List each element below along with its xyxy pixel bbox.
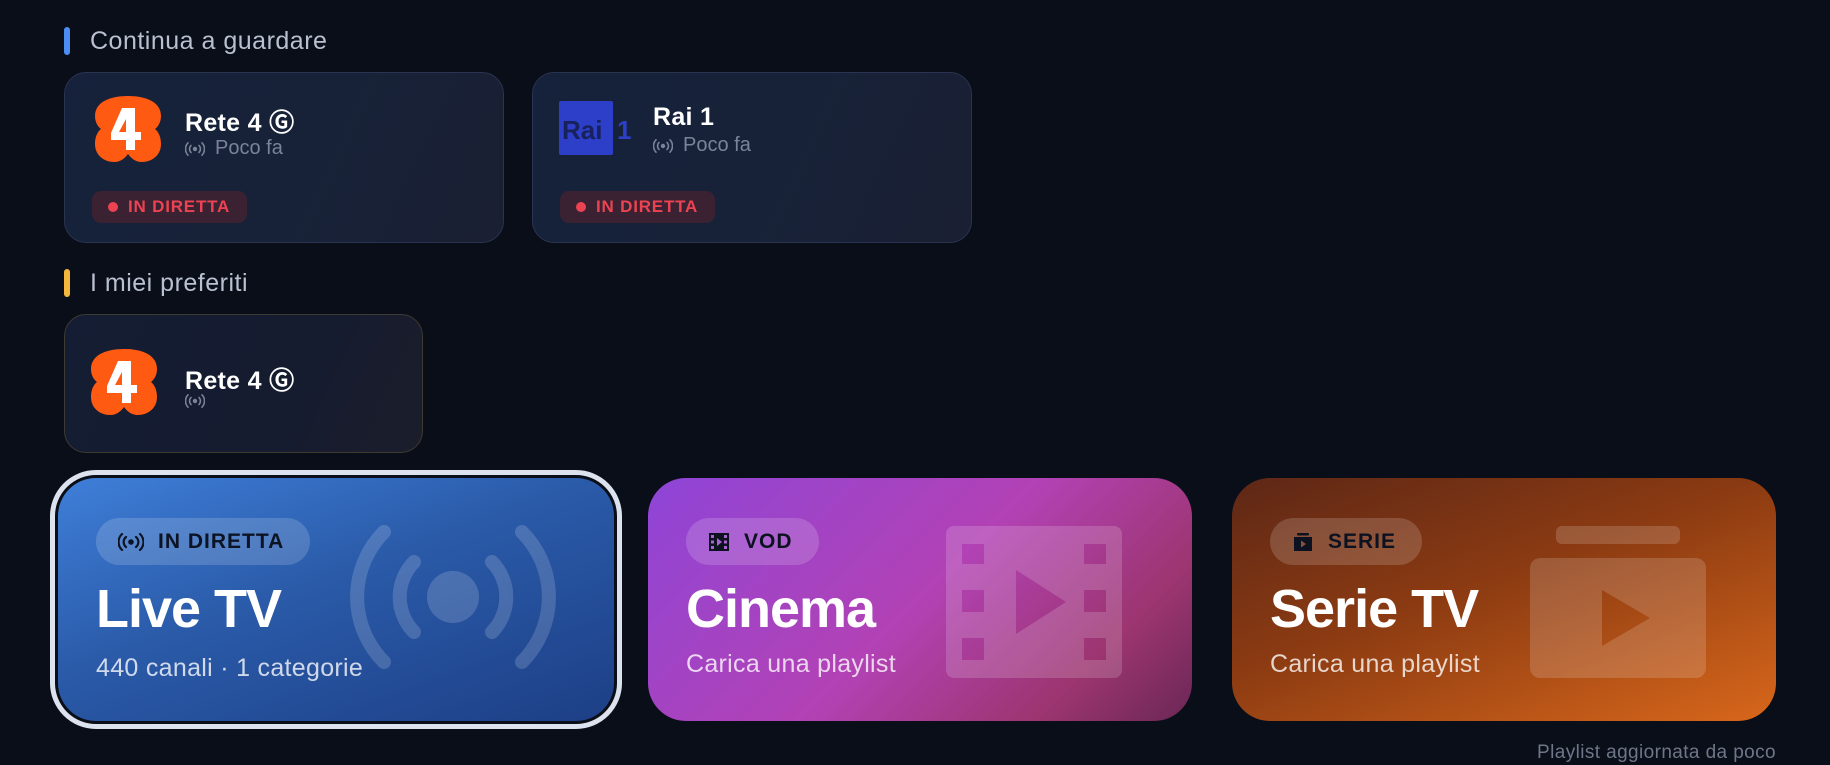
tile-badge-label: VOD [744, 529, 793, 553]
broadcast-icon [185, 141, 205, 156]
live-tv-tile[interactable]: IN DIRETTA Live TV 440 canali · 1 catego… [50, 470, 622, 729]
channel-name: Rete 4 Ⓖ [185, 367, 295, 395]
live-dot-icon [576, 202, 586, 212]
film-icon [709, 532, 729, 551]
channel-name: Rai 1 [653, 103, 715, 131]
tile-badge-label: IN DIRETTA [158, 529, 285, 553]
tile-subtitle: Carica una playlist [1270, 650, 1480, 678]
tile-subtitle: 440 canali · 1 categorie [96, 654, 364, 682]
section-accent-bar [64, 269, 70, 297]
rete4-logo [91, 349, 157, 415]
channel-name: Rete 4 Ⓖ [185, 109, 295, 137]
channel-subtitle-row: Poco fa [653, 134, 751, 157]
broadcast-icon [118, 532, 144, 551]
live-badge-label: IN DIRETTA [128, 197, 231, 216]
channel-subtitle-row [185, 393, 215, 409]
channel-last-seen: Poco fa [215, 137, 283, 159]
live-badge: IN DIRETTA [92, 191, 248, 223]
favorite-card-rete4[interactable]: Rete 4 Ⓖ [64, 314, 423, 453]
svg-text:Rai: Rai [562, 115, 602, 145]
channel-subtitle-row: Poco fa [185, 137, 283, 160]
section-accent-bar [64, 27, 70, 55]
tile-title: Live TV [96, 579, 282, 639]
tile-badge: VOD [686, 518, 819, 565]
tile-subtitle: Carica una playlist [686, 650, 896, 678]
channel-last-seen: Poco fa [683, 134, 751, 156]
tv-series-icon [1294, 532, 1312, 551]
home-screen: Continua a guardare Rete 4 Ⓖ Poco fa IN … [0, 0, 1830, 765]
continue-watching-title: Continua a guardare [90, 26, 328, 55]
cinema-tile[interactable]: VOD Cinema Carica una playlist [648, 478, 1192, 721]
continue-watching-header: Continua a guardare [64, 26, 327, 56]
tile-badge: SERIE [1270, 518, 1423, 565]
tile-badge-label: SERIE [1328, 529, 1397, 553]
tile-badge: IN DIRETTA [96, 518, 311, 565]
continue-card-rai1[interactable]: Rai 1 Rai 1 Poco fa IN DIRETTA [532, 72, 972, 243]
favorites-title: I miei preferiti [90, 268, 249, 297]
tv-series-icon [1530, 526, 1706, 678]
svg-text:1: 1 [617, 115, 631, 145]
live-dot-icon [108, 202, 118, 212]
playlist-status: Playlist aggiornata da poco [1537, 742, 1776, 763]
broadcast-icon [350, 525, 556, 669]
favorites-header: I miei preferiti [64, 268, 248, 298]
broadcast-icon [653, 138, 673, 153]
tile-title: Cinema [686, 579, 876, 639]
rete4-logo [95, 96, 161, 162]
broadcast-icon [185, 394, 205, 408]
rai1-logo: Rai 1 [559, 101, 631, 155]
film-icon [946, 526, 1122, 678]
continue-card-rete4[interactable]: Rete 4 Ⓖ Poco fa IN DIRETTA [64, 72, 504, 243]
live-badge: IN DIRETTA [560, 191, 716, 223]
tile-title: Serie TV [1270, 579, 1479, 639]
serie-tv-tile[interactable]: SERIE Serie TV Carica una playlist [1232, 478, 1776, 721]
live-badge-label: IN DIRETTA [596, 197, 699, 216]
